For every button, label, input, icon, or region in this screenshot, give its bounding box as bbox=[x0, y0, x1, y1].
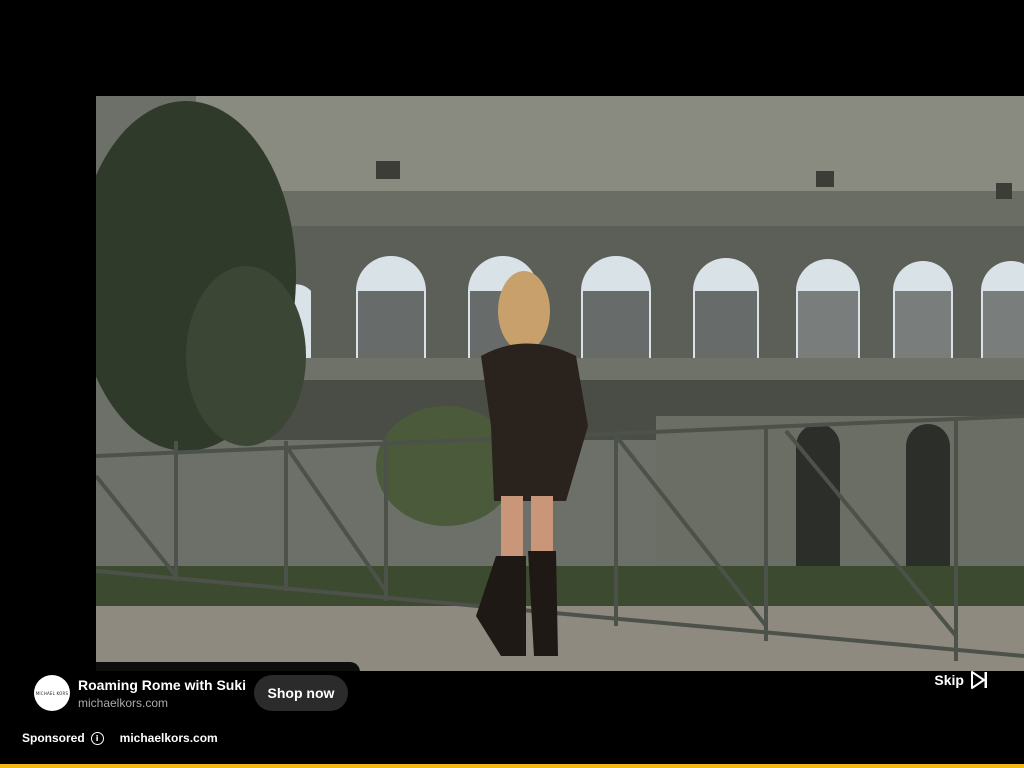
ad-domain[interactable]: michaelkors.com bbox=[78, 696, 168, 710]
video-frame[interactable] bbox=[96, 96, 1024, 671]
skip-ad-button[interactable]: Skip bbox=[934, 669, 988, 691]
video-scene bbox=[96, 96, 1024, 671]
shop-now-button[interactable]: Shop now bbox=[254, 675, 348, 711]
sponsor-link[interactable]: michaelkors.com bbox=[120, 731, 218, 745]
info-icon[interactable]: i bbox=[90, 731, 104, 745]
sponsored-bar: Sponsored i michaelkors.com bbox=[22, 729, 218, 747]
skip-next-icon bbox=[971, 671, 987, 689]
shop-now-label: Shop now bbox=[267, 685, 335, 701]
ad-title[interactable]: Roaming Rome with Suki bbox=[78, 677, 246, 693]
advertiser-logo-text: MICHAEL KORS bbox=[35, 690, 69, 696]
video-player[interactable]: MICHAEL KORS Roaming Rome with Suki mich… bbox=[0, 0, 1024, 768]
sponsored-label: Sponsored bbox=[22, 731, 85, 745]
ad-progress-bar bbox=[0, 764, 1024, 768]
skip-label: Skip bbox=[934, 672, 964, 688]
ad-progress-fill bbox=[0, 764, 1024, 768]
advertiser-logo[interactable]: MICHAEL KORS bbox=[34, 675, 70, 711]
